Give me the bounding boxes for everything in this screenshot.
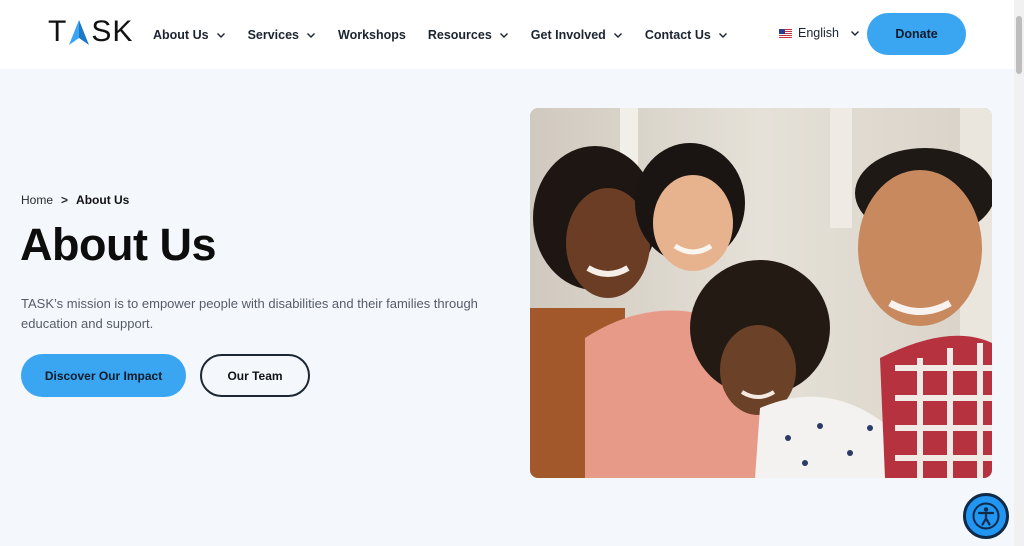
chevron-down-icon [307, 32, 315, 38]
accessibility-icon [972, 502, 1000, 530]
nav-item-label: Contact Us [644, 27, 711, 42]
scrollbar-thumb[interactable] [1016, 16, 1022, 74]
logo-letters-sk: SK [91, 15, 134, 48]
nav-item-label: Resources [427, 27, 492, 42]
breadcrumb-separator: > [61, 193, 69, 207]
donate-button[interactable]: Donate [867, 13, 966, 55]
language-selector[interactable]: English [779, 26, 860, 40]
nav-item-workshops[interactable]: Workshops [338, 28, 406, 42]
family-photo [530, 108, 992, 478]
page-title: About Us [20, 219, 216, 270]
chevron-down-icon [216, 32, 225, 38]
main-nav: About Us Services Workshops Resources Ge… [153, 0, 750, 69]
nav-item-contact-us[interactable]: Contact Us [645, 28, 728, 42]
breadcrumb-current: About Us [76, 193, 130, 207]
nav-item-get-involved[interactable]: Get Involved [531, 28, 623, 42]
nav-item-label: Workshops [338, 27, 406, 42]
logo-a-mark-icon [68, 18, 90, 46]
us-flag-icon [779, 28, 792, 38]
discover-our-impact-button[interactable]: Discover Our Impact [21, 354, 186, 397]
site-header: T SK About Us Services Workshops Resourc… [0, 0, 1014, 69]
chevron-down-icon [613, 32, 622, 38]
nav-item-label: Get Involved [530, 27, 606, 42]
nav-item-services[interactable]: Services [248, 28, 316, 42]
chevron-down-icon [718, 32, 727, 38]
nav-item-about-us[interactable]: About Us [153, 28, 226, 42]
chevron-down-icon [499, 32, 508, 38]
nav-item-label: About Us [153, 27, 209, 42]
language-label: English [798, 26, 839, 40]
breadcrumb: Home > About Us [21, 193, 129, 207]
page-scrollbar[interactable] [1014, 0, 1024, 546]
nav-item-resources[interactable]: Resources [428, 28, 509, 42]
mission-statement: TASK’s mission is to empower people with… [21, 296, 478, 331]
chevron-down-icon [851, 31, 859, 36]
logo-letter-t: T [48, 15, 68, 48]
task-logo[interactable]: T SK [48, 15, 134, 48]
nav-item-label: Services [247, 27, 299, 42]
accessibility-button[interactable] [963, 493, 1009, 539]
our-team-button[interactable]: Our Team [200, 354, 310, 397]
breadcrumb-home-link[interactable]: Home [21, 193, 53, 207]
